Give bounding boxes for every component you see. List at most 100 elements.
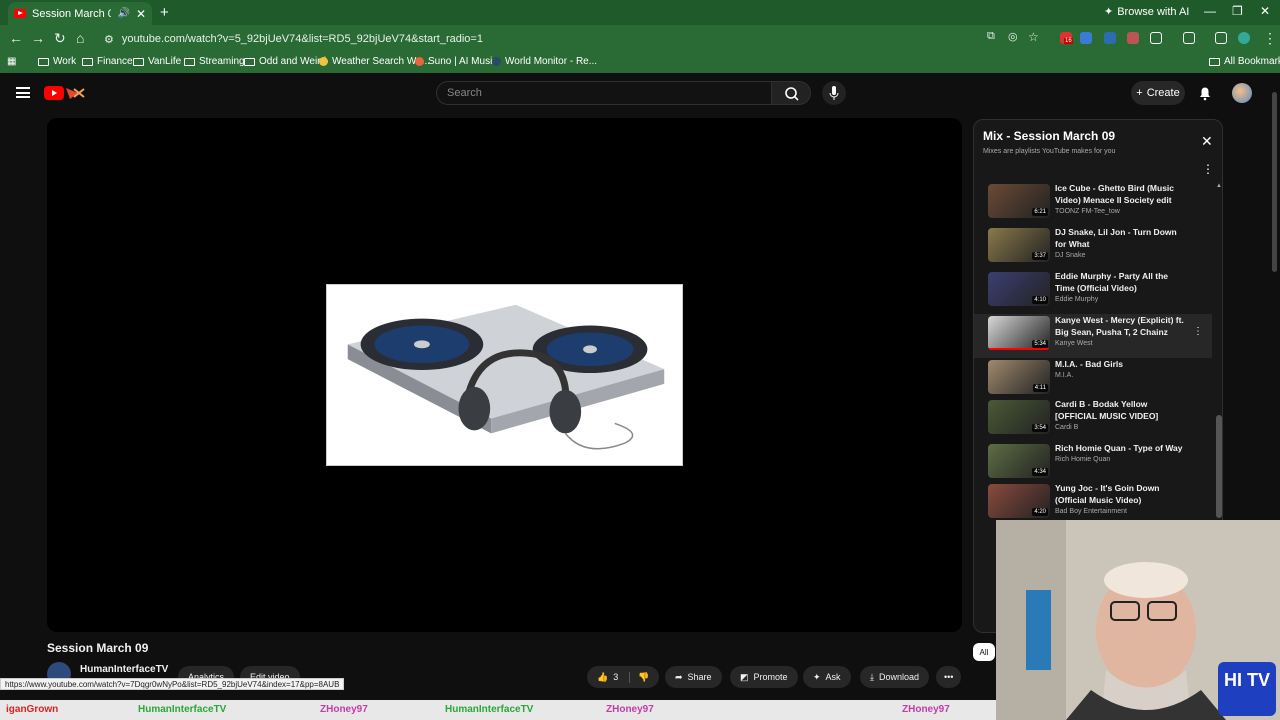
- item-more-icon[interactable]: ⋮: [1193, 326, 1203, 337]
- more-actions-button[interactable]: •••: [936, 666, 962, 688]
- video-thumbnail[interactable]: 6:21: [988, 184, 1050, 218]
- bookmark-star-icon[interactable]: ☆: [1028, 30, 1039, 44]
- scroll-up-icon[interactable]: ▲: [1216, 183, 1222, 189]
- search-input[interactable]: Search: [436, 81, 772, 105]
- youtube-logo[interactable]: [44, 85, 102, 101]
- bookmark-work[interactable]: Work: [38, 56, 76, 67]
- install-icon[interactable]: ⧉: [987, 30, 995, 43]
- playlist-item-channel: Rich Homie Quan: [1055, 456, 1111, 463]
- all-bookmarks[interactable]: All Bookmarks: [1209, 56, 1280, 67]
- playlist-item[interactable]: 4:34 Rich Homie Quan - Type of Way Rich Ho…: [974, 442, 1212, 486]
- webcam-overlay: HI TV: [996, 520, 1280, 720]
- tab-close-icon[interactable]: ✕: [136, 7, 146, 21]
- profile-icon[interactable]: [1238, 32, 1250, 44]
- address-bar[interactable]: ⚙ youtube.com/watch?v=5_92bjUeV74&list=R…: [100, 28, 1050, 50]
- playlist-item-title: Cardi B - Bodak Yellow [OFFICIAL MUSIC V…: [1055, 399, 1159, 421]
- browse-with-ai-button[interactable]: ✦ Browse with AI: [1104, 5, 1189, 19]
- duration-badge: 3:54: [1032, 424, 1048, 432]
- forward-icon[interactable]: →: [31, 30, 45, 46]
- close-window-icon[interactable]: ✕: [1260, 4, 1270, 18]
- notifications-bell-icon[interactable]: [1198, 85, 1212, 101]
- playlist-item-channel: Cardi B: [1055, 424, 1079, 431]
- download-button[interactable]: ⤓ Download: [860, 666, 930, 688]
- playlist-item[interactable]: 4:10 Eddie Murphy - Party All the Time (O…: [974, 270, 1212, 314]
- bookmark-finance[interactable]: Finance: [82, 56, 133, 67]
- video-thumbnail[interactable]: 4:11: [988, 360, 1050, 394]
- playlist-item-title: Kanye West - Mercy (Explicit) ft. Big Se…: [1055, 315, 1184, 337]
- bookmark-label: Finance: [97, 56, 133, 67]
- bookmark-world-monitor[interactable]: World Monitor - Re...: [492, 56, 597, 67]
- duration-badge: 4:20: [1032, 508, 1048, 516]
- new-tab-button[interactable]: +: [160, 4, 169, 21]
- apps-grid-icon[interactable]: ▦: [7, 56, 16, 67]
- promote-label: Promote: [753, 672, 788, 682]
- share-button[interactable]: ➦ Share: [665, 666, 722, 688]
- video-thumbnail[interactable]: 5:34: [988, 316, 1050, 350]
- translate-icon[interactable]: [1080, 32, 1092, 44]
- bookmark-weather[interactable]: Weather Search We...: [319, 56, 430, 67]
- bookmark-streaming[interactable]: Streaming: [184, 56, 245, 67]
- hamburger-menu-icon[interactable]: [16, 87, 30, 98]
- more-menu-icon[interactable]: ⋮: [1263, 30, 1277, 47]
- extension-badge: 16: [1064, 38, 1073, 44]
- sparkle-icon: ✦: [1104, 6, 1114, 18]
- sidebar-icon[interactable]: [1183, 32, 1195, 44]
- back-icon[interactable]: ←: [9, 30, 23, 46]
- turntable-headphones-image: [326, 284, 683, 466]
- account-avatar[interactable]: [1232, 83, 1252, 103]
- like-button[interactable]: 👍 3 👎: [587, 666, 660, 688]
- playlist-item-title: DJ Snake, Lil Jon - Turn Down for What: [1055, 227, 1177, 249]
- video-thumbnail[interactable]: 4:10: [988, 272, 1050, 306]
- playlist-item-title: M.I.A. - Bad Girls: [1055, 359, 1124, 369]
- tools-icon[interactable]: [1215, 32, 1227, 44]
- reload-icon[interactable]: ↻: [54, 30, 66, 47]
- playlist-more-icon[interactable]: ⋮: [1202, 162, 1214, 176]
- bookmark-label: VanLife: [148, 56, 182, 67]
- puzzle-icon[interactable]: [1150, 32, 1162, 44]
- chip-all[interactable]: All: [973, 643, 995, 661]
- video-thumbnail[interactable]: 3:37: [988, 228, 1050, 262]
- watched-progress-bar: [988, 348, 1050, 350]
- video-thumbnail[interactable]: 4:20: [988, 484, 1050, 518]
- bookmark-suno[interactable]: Suno | AI Music: [415, 56, 497, 67]
- eye-off-icon[interactable]: ◎: [1008, 30, 1018, 43]
- ticker-item: ZHoney97: [320, 704, 368, 715]
- video-thumbnail[interactable]: 3:54: [988, 400, 1050, 434]
- playlist-item[interactable]: 5:34 Kanye West - Mercy (Explicit) ft. Bi…: [974, 314, 1212, 358]
- page-scrollbar[interactable]: [1272, 92, 1277, 272]
- extension-icon[interactable]: [1127, 32, 1139, 44]
- playlist-scroll-thumb[interactable]: [1216, 415, 1222, 518]
- site-info-icon[interactable]: ⚙: [104, 33, 114, 46]
- bookmark-odd-and-weird[interactable]: Odd and Weird: [244, 56, 326, 67]
- webcam-logo-text: HI TV: [1224, 670, 1270, 690]
- ask-button[interactable]: ✦ Ask: [803, 666, 851, 688]
- create-button[interactable]: + Create: [1131, 81, 1185, 105]
- search-button[interactable]: [771, 81, 811, 105]
- playlist-item[interactable]: 4:11 M.I.A. - Bad Girls M.I.A.: [974, 358, 1212, 402]
- playlist-item-title: Yung Joc - It's Goin Down (Official Musi…: [1055, 483, 1160, 505]
- playlist-item[interactable]: 3:37 DJ Snake, Lil Jon - Turn Down for Wh…: [974, 226, 1212, 270]
- voice-search-button[interactable]: [822, 81, 846, 105]
- share-label: Share: [687, 672, 712, 682]
- close-playlist-icon[interactable]: ✕: [1201, 133, 1213, 150]
- thumbs-down-icon[interactable]: 👎: [629, 671, 649, 683]
- bookmark-vanlife[interactable]: VanLife: [133, 56, 181, 67]
- channel-name[interactable]: HumanInterfaceTV: [80, 664, 168, 675]
- playlist-scrollbar[interactable]: ▲: [1216, 183, 1222, 518]
- minimize-icon[interactable]: —: [1204, 4, 1216, 18]
- tab-title: Session March 09 - YouTube: [32, 7, 112, 20]
- more-horizontal-icon: •••: [944, 672, 954, 682]
- extension-icon[interactable]: [1104, 32, 1116, 44]
- playlist-item[interactable]: 3:54 Cardi B - Bodak Yellow [OFFICIAL MUS…: [974, 398, 1212, 442]
- speaker-icon[interactable]: 🔊: [117, 8, 129, 19]
- bookmark-label: Odd and Weird: [259, 56, 327, 67]
- like-count: 3: [613, 672, 619, 682]
- thumbs-up-icon: 👍: [597, 671, 609, 682]
- home-icon[interactable]: ⌂: [76, 30, 84, 46]
- promote-button[interactable]: ◩ Promote: [730, 666, 798, 688]
- browser-toolbar: ← → ↻ ⌂ ⚙ youtube.com/watch?v=5_92bjUeV7…: [0, 25, 1280, 53]
- maximize-icon[interactable]: ❐: [1232, 4, 1243, 18]
- browser-tab-active[interactable]: Session March 09 - YouTube 🔊 ✕: [8, 2, 152, 25]
- video-thumbnail[interactable]: 4:34: [988, 444, 1050, 478]
- playlist-item[interactable]: 6:21 Ice Cube - Ghetto Bird (Music Video)…: [974, 182, 1212, 226]
